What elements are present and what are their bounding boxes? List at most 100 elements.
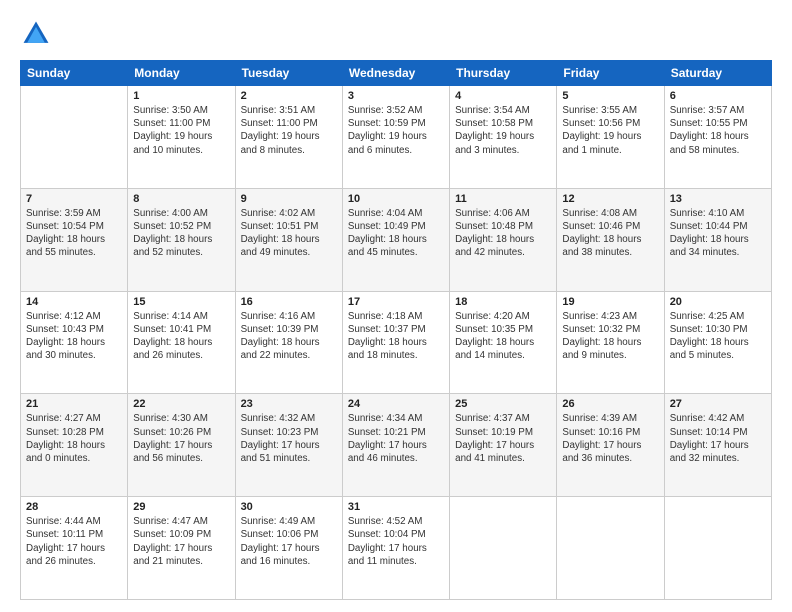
day-number: 24 <box>348 398 444 410</box>
day-info: Sunrise: 4:18 AM Sunset: 10:37 PM Daylig… <box>348 310 444 363</box>
day-cell: 11 Sunrise: 4:06 AM Sunset: 10:48 PM Dayl… <box>450 188 557 291</box>
day-number: 4 <box>455 90 551 102</box>
day-number: 13 <box>670 193 766 205</box>
day-info: Sunrise: 4:44 AM Sunset: 10:11 PM Daylig… <box>26 515 122 568</box>
day-cell: 21 Sunrise: 4:27 AM Sunset: 10:28 PM Dayl… <box>21 394 128 497</box>
day-number: 15 <box>133 296 229 308</box>
day-info: Sunrise: 4:06 AM Sunset: 10:48 PM Daylig… <box>455 207 551 260</box>
day-info: Sunrise: 4:32 AM Sunset: 10:23 PM Daylig… <box>241 412 337 465</box>
page: SundayMondayTuesdayWednesdayThursdayFrid… <box>0 0 792 612</box>
day-cell: 9 Sunrise: 4:02 AM Sunset: 10:51 PM Dayli… <box>235 188 342 291</box>
day-number: 12 <box>562 193 658 205</box>
day-cell: 30 Sunrise: 4:49 AM Sunset: 10:06 PM Dayl… <box>235 497 342 600</box>
day-number: 6 <box>670 90 766 102</box>
day-info: Sunrise: 3:52 AM Sunset: 10:59 PM Daylig… <box>348 104 444 157</box>
day-info: Sunrise: 4:16 AM Sunset: 10:39 PM Daylig… <box>241 310 337 363</box>
day-info: Sunrise: 4:52 AM Sunset: 10:04 PM Daylig… <box>348 515 444 568</box>
day-number: 27 <box>670 398 766 410</box>
day-cell: 28 Sunrise: 4:44 AM Sunset: 10:11 PM Dayl… <box>21 497 128 600</box>
day-info: Sunrise: 3:51 AM Sunset: 11:00 PM Daylig… <box>241 104 337 157</box>
day-number: 9 <box>241 193 337 205</box>
col-header-saturday: Saturday <box>664 61 771 86</box>
day-info: Sunrise: 4:42 AM Sunset: 10:14 PM Daylig… <box>670 412 766 465</box>
day-cell: 15 Sunrise: 4:14 AM Sunset: 10:41 PM Dayl… <box>128 291 235 394</box>
day-number: 31 <box>348 501 444 513</box>
day-number: 3 <box>348 90 444 102</box>
day-cell: 17 Sunrise: 4:18 AM Sunset: 10:37 PM Dayl… <box>342 291 449 394</box>
day-number: 23 <box>241 398 337 410</box>
day-number: 21 <box>26 398 122 410</box>
week-row: 7 Sunrise: 3:59 AM Sunset: 10:54 PM Dayli… <box>21 188 772 291</box>
day-number: 25 <box>455 398 551 410</box>
day-cell: 2 Sunrise: 3:51 AM Sunset: 11:00 PM Dayli… <box>235 86 342 189</box>
day-number: 5 <box>562 90 658 102</box>
day-info: Sunrise: 4:39 AM Sunset: 10:16 PM Daylig… <box>562 412 658 465</box>
day-info: Sunrise: 3:54 AM Sunset: 10:58 PM Daylig… <box>455 104 551 157</box>
day-number: 7 <box>26 193 122 205</box>
logo <box>20 18 56 50</box>
day-info: Sunrise: 4:00 AM Sunset: 10:52 PM Daylig… <box>133 207 229 260</box>
day-info: Sunrise: 4:14 AM Sunset: 10:41 PM Daylig… <box>133 310 229 363</box>
day-info: Sunrise: 4:08 AM Sunset: 10:46 PM Daylig… <box>562 207 658 260</box>
day-cell: 16 Sunrise: 4:16 AM Sunset: 10:39 PM Dayl… <box>235 291 342 394</box>
calendar-table: SundayMondayTuesdayWednesdayThursdayFrid… <box>20 60 772 600</box>
day-cell: 6 Sunrise: 3:57 AM Sunset: 10:55 PM Dayli… <box>664 86 771 189</box>
day-info: Sunrise: 4:10 AM Sunset: 10:44 PM Daylig… <box>670 207 766 260</box>
day-cell: 5 Sunrise: 3:55 AM Sunset: 10:56 PM Dayli… <box>557 86 664 189</box>
day-cell: 18 Sunrise: 4:20 AM Sunset: 10:35 PM Dayl… <box>450 291 557 394</box>
day-info: Sunrise: 4:02 AM Sunset: 10:51 PM Daylig… <box>241 207 337 260</box>
col-header-wednesday: Wednesday <box>342 61 449 86</box>
day-info: Sunrise: 3:57 AM Sunset: 10:55 PM Daylig… <box>670 104 766 157</box>
day-number: 10 <box>348 193 444 205</box>
day-cell: 10Sunrise: 4:04 AM Sunset: 10:49 PM Dayl… <box>342 188 449 291</box>
header <box>20 18 772 50</box>
col-header-thursday: Thursday <box>450 61 557 86</box>
day-cell: 20Sunrise: 4:25 AM Sunset: 10:30 PM Dayl… <box>664 291 771 394</box>
day-number: 11 <box>455 193 551 205</box>
day-info: Sunrise: 4:37 AM Sunset: 10:19 PM Daylig… <box>455 412 551 465</box>
day-info: Sunrise: 4:27 AM Sunset: 10:28 PM Daylig… <box>26 412 122 465</box>
day-number: 28 <box>26 501 122 513</box>
day-cell <box>664 497 771 600</box>
day-cell: 19 Sunrise: 4:23 AM Sunset: 10:32 PM Dayl… <box>557 291 664 394</box>
day-info: Sunrise: 4:23 AM Sunset: 10:32 PM Daylig… <box>562 310 658 363</box>
day-number: 30 <box>241 501 337 513</box>
week-row: 14Sunrise: 4:12 AM Sunset: 10:43 PM Dayl… <box>21 291 772 394</box>
day-cell <box>21 86 128 189</box>
day-info: Sunrise: 4:30 AM Sunset: 10:26 PM Daylig… <box>133 412 229 465</box>
week-row: 28 Sunrise: 4:44 AM Sunset: 10:11 PM Dayl… <box>21 497 772 600</box>
day-number: 20 <box>670 296 766 308</box>
day-info: Sunrise: 3:55 AM Sunset: 10:56 PM Daylig… <box>562 104 658 157</box>
day-cell: 27 Sunrise: 4:42 AM Sunset: 10:14 PM Dayl… <box>664 394 771 497</box>
day-number: 2 <box>241 90 337 102</box>
day-number: 26 <box>562 398 658 410</box>
day-cell: 7 Sunrise: 3:59 AM Sunset: 10:54 PM Dayli… <box>21 188 128 291</box>
day-number: 29 <box>133 501 229 513</box>
day-info: Sunrise: 3:50 AM Sunset: 11:00 PM Daylig… <box>133 104 229 157</box>
day-number: 16 <box>241 296 337 308</box>
day-cell: 4 Sunrise: 3:54 AM Sunset: 10:58 PM Dayli… <box>450 86 557 189</box>
day-info: Sunrise: 4:49 AM Sunset: 10:06 PM Daylig… <box>241 515 337 568</box>
day-number: 17 <box>348 296 444 308</box>
day-cell: 3 Sunrise: 3:52 AM Sunset: 10:59 PM Dayli… <box>342 86 449 189</box>
day-info: Sunrise: 4:47 AM Sunset: 10:09 PM Daylig… <box>133 515 229 568</box>
day-info: Sunrise: 4:34 AM Sunset: 10:21 PM Daylig… <box>348 412 444 465</box>
day-number: 22 <box>133 398 229 410</box>
col-header-friday: Friday <box>557 61 664 86</box>
day-cell: 25 Sunrise: 4:37 AM Sunset: 10:19 PM Dayl… <box>450 394 557 497</box>
day-info: Sunrise: 3:59 AM Sunset: 10:54 PM Daylig… <box>26 207 122 260</box>
day-cell: 22 Sunrise: 4:30 AM Sunset: 10:26 PM Dayl… <box>128 394 235 497</box>
day-cell: 24 Sunrise: 4:34 AM Sunset: 10:21 PM Dayl… <box>342 394 449 497</box>
header-row: SundayMondayTuesdayWednesdayThursdayFrid… <box>21 61 772 86</box>
day-cell: 8 Sunrise: 4:00 AM Sunset: 10:52 PM Dayli… <box>128 188 235 291</box>
day-cell: 26 Sunrise: 4:39 AM Sunset: 10:16 PM Dayl… <box>557 394 664 497</box>
day-cell: 12 Sunrise: 4:08 AM Sunset: 10:46 PM Dayl… <box>557 188 664 291</box>
day-cell: 23 Sunrise: 4:32 AM Sunset: 10:23 PM Dayl… <box>235 394 342 497</box>
day-cell <box>450 497 557 600</box>
day-number: 18 <box>455 296 551 308</box>
day-info: Sunrise: 4:20 AM Sunset: 10:35 PM Daylig… <box>455 310 551 363</box>
day-number: 8 <box>133 193 229 205</box>
col-header-sunday: Sunday <box>21 61 128 86</box>
day-number: 1 <box>133 90 229 102</box>
day-number: 19 <box>562 296 658 308</box>
